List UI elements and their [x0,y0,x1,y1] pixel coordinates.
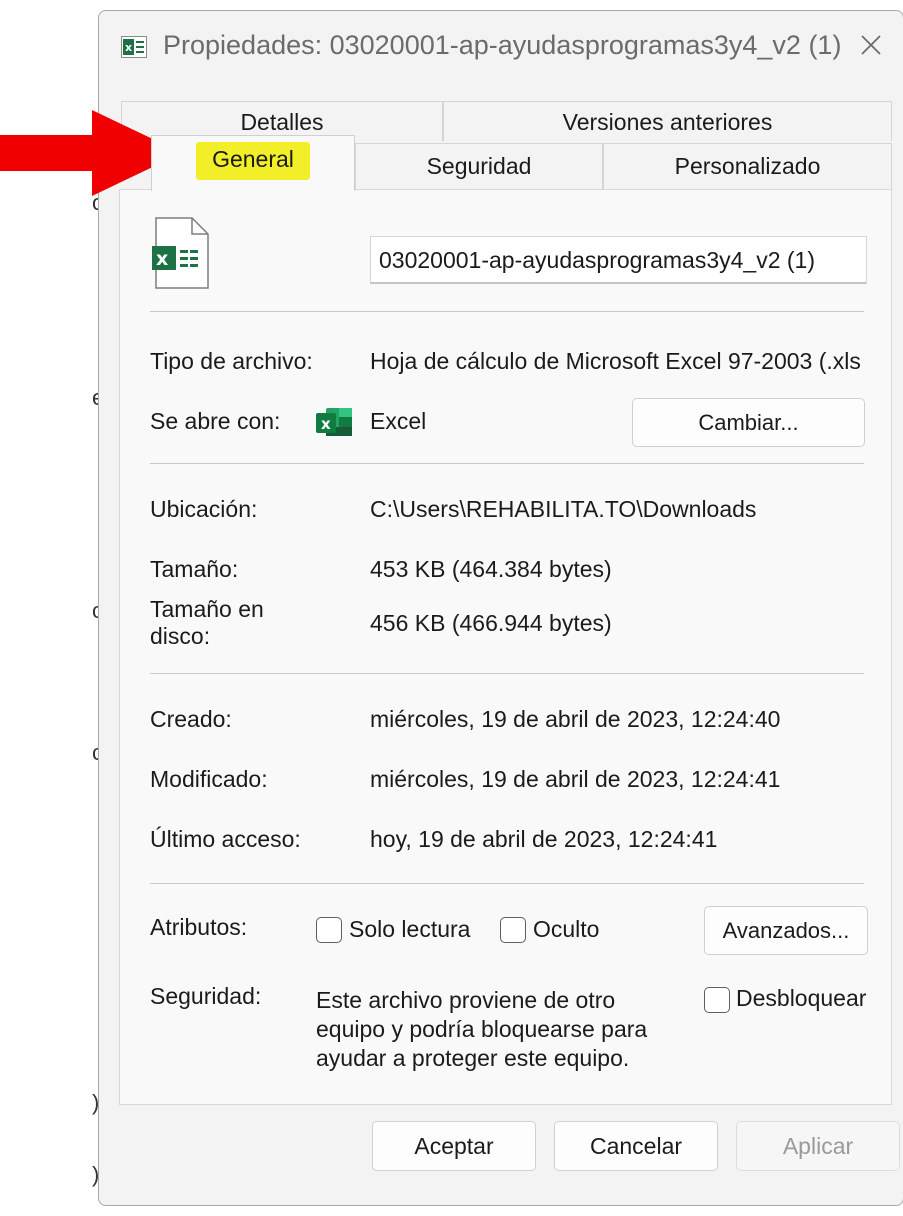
apply-button[interactable]: Aplicar [736,1121,900,1171]
window-title: Propiedades: 03020001-ap-ayudasprogramas… [163,30,842,60]
tab-security[interactable]: Seguridad [355,143,603,189]
svg-text:x: x [321,415,331,433]
divider [150,673,864,674]
security-label: Seguridad: [150,983,262,1009]
file-type-value: Hoja de cálculo de Microsoft Excel 97-20… [370,348,861,374]
opens-with-label: Se abre con: [150,408,281,434]
tab-custom[interactable]: Personalizado [603,143,892,189]
tab-previous-versions[interactable]: Versiones anteriores [443,101,892,141]
created-value: miércoles, 19 de abril de 2023, 12:24:40 [370,706,781,732]
ok-button[interactable]: Aceptar [372,1121,536,1171]
divider [150,463,864,464]
filename-input[interactable]: 03020001-ap-ayudasprogramas3y4_v2 (1) [370,236,867,284]
accessed-value: hoy, 19 de abril de 2023, 12:24:41 [370,826,718,852]
unblock-checkbox[interactable] [704,987,730,1013]
svg-text:x: x [125,41,132,54]
close-icon [861,35,881,55]
close-button[interactable] [851,25,891,65]
hidden-label[interactable]: Oculto [533,916,599,943]
modified-label: Modificado: [150,766,268,792]
file-type-label: Tipo de archivo: [150,348,313,374]
cancel-button[interactable]: Cancelar [554,1121,718,1171]
size-on-disk-value: 456 KB (466.944 bytes) [370,610,612,636]
location-label: Ubicación: [150,496,258,522]
properties-dialog: x Propiedades: 03020001-ap-ayudasprogram… [98,10,903,1206]
accessed-label: Último acceso: [150,826,301,852]
general-panel: x 03020001-ap-ayudasprogramas3y4_v2 (1) … [119,189,892,1105]
size-on-disk-label: Tamaño en disco: [150,596,264,649]
excel-file-icon: x [121,36,147,58]
readonly-checkbox[interactable] [316,917,342,943]
tab-general[interactable]: General [151,135,355,191]
divider [150,311,864,312]
change-button[interactable]: Cambiar... [632,398,865,447]
excel-file-icon: x [152,217,209,289]
attributes-label: Atributos: [150,914,248,940]
divider [150,883,864,884]
size-value: 453 KB (464.384 bytes) [370,556,612,582]
advanced-button[interactable]: Avanzados... [704,906,868,955]
modified-value: miércoles, 19 de abril de 2023, 12:24:41 [370,766,781,792]
readonly-label[interactable]: Solo lectura [349,916,470,943]
excel-app-icon: x [316,408,352,436]
created-label: Creado: [150,706,232,732]
svg-text:x: x [156,248,168,270]
security-message: Este archivo proviene de otro equipo y p… [316,987,648,1071]
location-value: C:\Users\REHABILITA.TO\Downloads [370,496,757,522]
opens-with-app: Excel [370,408,427,434]
tab-general-label: General [196,142,310,180]
title-bar[interactable]: x Propiedades: 03020001-ap-ayudasprogram… [99,11,903,89]
size-label: Tamaño: [150,556,239,582]
hidden-checkbox[interactable] [500,917,526,943]
unblock-label[interactable]: Desbloquear [736,985,866,1012]
